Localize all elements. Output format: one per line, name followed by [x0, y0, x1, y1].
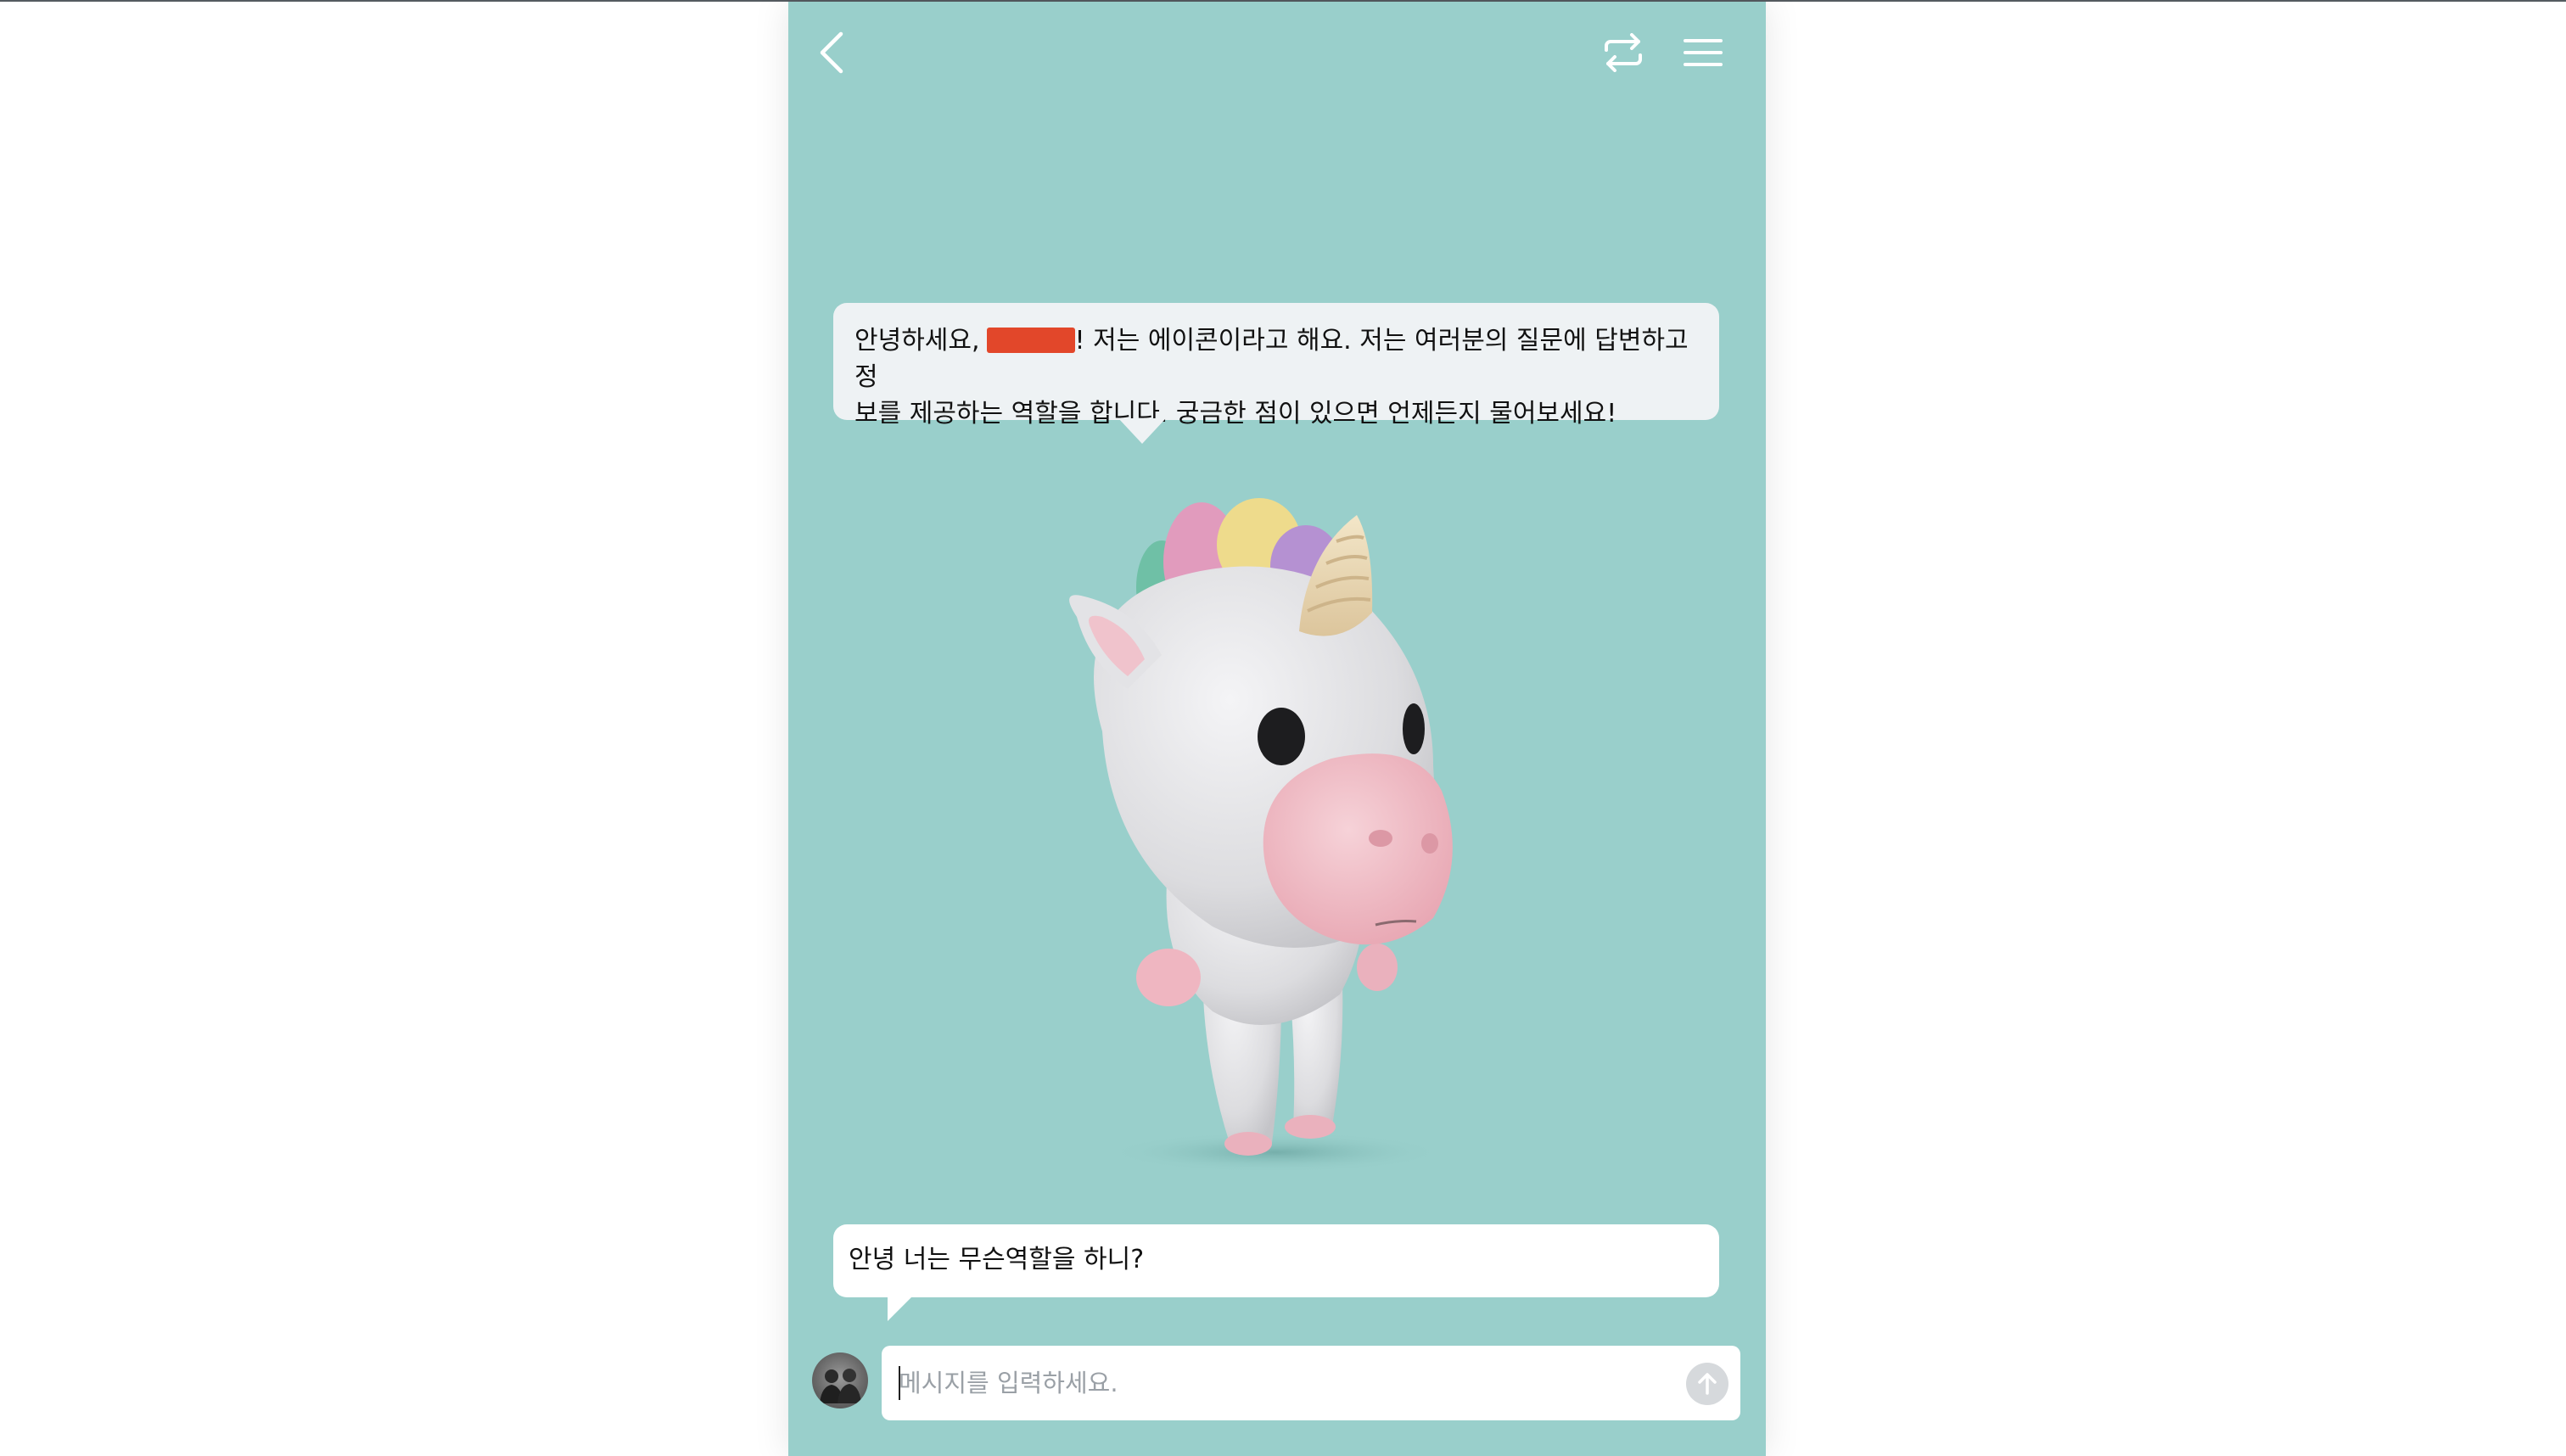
unicorn-nostril-right	[1421, 833, 1438, 854]
unicorn-right-eye	[1403, 703, 1425, 754]
unicorn-left-eye	[1258, 708, 1305, 765]
message-input[interactable]	[897, 1361, 1681, 1405]
user-avatar[interactable]	[812, 1352, 868, 1408]
ground-shadow	[1106, 1132, 1445, 1173]
user-message-text: 안녕 너는 무슨역할을 하니?	[849, 1245, 1145, 1274]
chat-screen: 안녕하세요,! 저는 에이콘이라고 해요. 저는 여러분의 질문에 답변하고 정…	[788, 2, 1766, 1456]
unicorn-nostril-left	[1369, 830, 1392, 847]
send-button[interactable]	[1686, 1363, 1728, 1405]
message-input-box[interactable]	[882, 1346, 1740, 1420]
arrow-up-icon	[1698, 1373, 1717, 1395]
avatar-photo	[820, 1369, 861, 1403]
user-message-bubble: 안녕 너는 무슨역할을 하니?	[833, 1224, 1719, 1321]
unicorn-character	[1069, 498, 1453, 1173]
message-composer	[812, 1346, 1745, 1420]
